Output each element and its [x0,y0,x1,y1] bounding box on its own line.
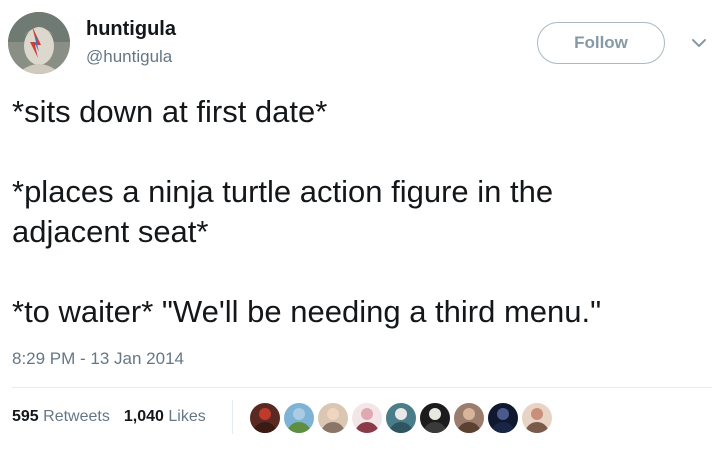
tweet-line: *places a ninja turtle action figure in … [12,174,554,209]
retweets-stat[interactable]: 595 Retweets [12,408,110,425]
liker-avatar-head [531,408,543,420]
tweet-line: adjacent seat* [12,214,209,249]
liker-avatar[interactable] [452,401,486,435]
liker-avatars [248,401,554,435]
divider [12,387,712,388]
tweet-timestamp[interactable]: 8:29 PM - 13 Jan 2014 [12,348,184,370]
liker-avatar[interactable] [350,401,384,435]
tweet-text: *sits down at first date* *places a ninj… [12,92,712,332]
likes-stat[interactable]: 1,040 Likes [124,408,206,425]
liker-avatar-body [287,422,311,433]
liker-avatar-head [497,408,509,420]
liker-avatar-body [253,422,277,433]
liker-avatar-body [321,422,345,433]
liker-avatar-head [429,408,441,420]
tweet-line: *to waiter* "We'll be needing a third me… [12,294,602,329]
liker-avatar-body [457,422,481,433]
liker-avatar[interactable] [316,401,350,435]
liker-avatar-body [355,422,379,433]
likes-label: Likes [168,408,206,425]
display-name[interactable]: huntigula [86,17,176,41]
tweet-stats: 595 Retweets 1,040 Likes [12,406,206,428]
liker-avatar[interactable] [248,401,282,435]
user-handle[interactable]: @huntigula [86,46,172,68]
likes-count: 1,040 [123,408,164,425]
liker-avatar-head [293,408,305,420]
stats-separator [232,400,233,434]
liker-avatar-head [327,408,339,420]
liker-avatar-head [463,408,475,420]
liker-avatar-body [423,422,447,433]
tweet-card: huntigula @huntigula Follow *sits down a… [0,0,728,456]
liker-avatar-head [395,408,407,420]
tweet-line: *sits down at first date* [12,94,328,129]
avatar-image [8,12,70,74]
liker-avatar[interactable] [282,401,316,435]
liker-avatar[interactable] [384,401,418,435]
follow-button[interactable]: Follow [537,22,665,64]
avatar[interactable] [8,12,70,74]
retweets-count: 595 [12,408,39,425]
chevron-down-icon[interactable] [690,36,708,50]
liker-avatar-head [259,408,271,420]
tweet-line-blank [12,132,712,172]
liker-avatar[interactable] [486,401,520,435]
liker-avatar-body [525,422,549,433]
liker-avatar-head [361,408,373,420]
retweets-label: Retweets [43,408,110,425]
liker-avatar[interactable] [418,401,452,435]
liker-avatar-body [491,422,515,433]
tweet-line-blank [12,252,712,292]
liker-avatar-body [389,422,413,433]
liker-avatar[interactable] [520,401,554,435]
